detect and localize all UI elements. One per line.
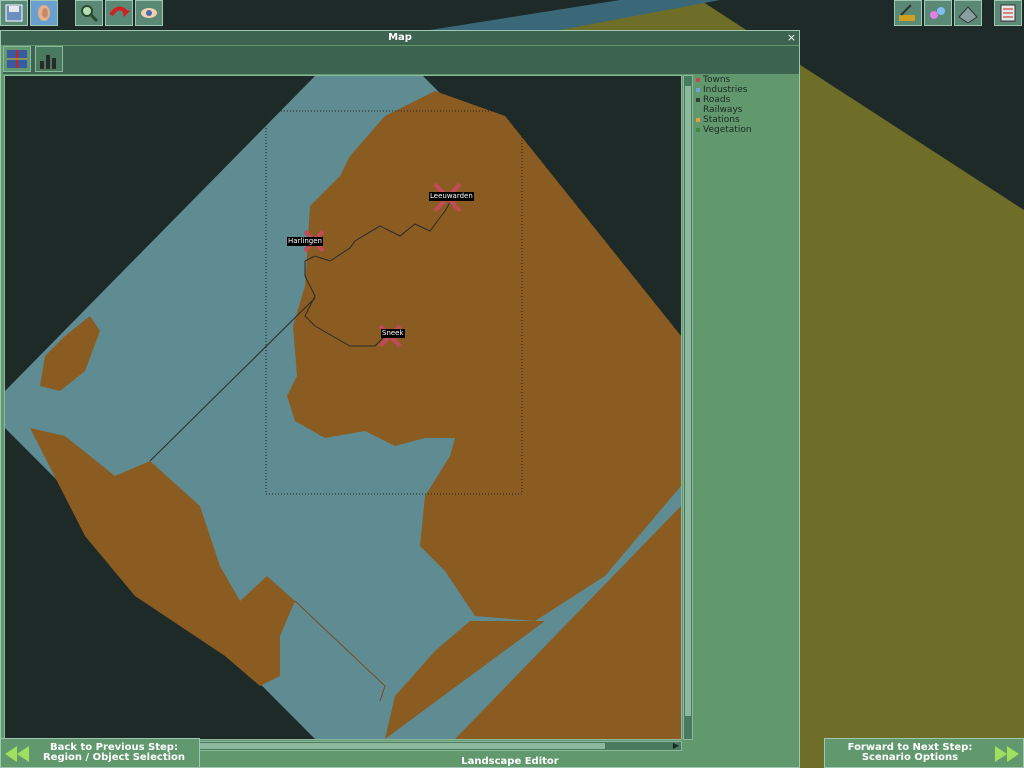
back-step-button[interactable]: Back to Previous Step: Region / Object S… <box>0 738 200 768</box>
rotate-icon <box>109 6 130 17</box>
ear-icon <box>38 5 50 21</box>
vertical-scrollbar[interactable] <box>683 75 693 740</box>
town-label-sneek: Sneek <box>381 329 405 338</box>
zoom-button[interactable] <box>75 0 103 26</box>
double-right-arrow-icon <box>995 746 1019 762</box>
forward-step-button[interactable]: Forward to Next Step: Scenario Options <box>824 738 1024 768</box>
rotate-button[interactable] <box>105 0 133 26</box>
tab-industries[interactable] <box>35 46 63 72</box>
tab-map-overview[interactable] <box>3 46 31 72</box>
map-window: Map × Leeuwarden Harlingen Sneek ▶ Towns… <box>0 30 800 768</box>
double-left-arrow-icon <box>5 746 29 762</box>
tab-bar <box>3 46 799 74</box>
scroll-right-arrow-icon[interactable]: ▶ <box>673 741 679 750</box>
town-label-harlingen: Harlingen <box>287 237 323 246</box>
legend-stations[interactable]: Stations <box>696 115 796 125</box>
town-label-leeuwarden: Leeuwarden <box>429 192 474 201</box>
legend-vegetation[interactable]: Vegetation <box>696 125 796 135</box>
terrain-button[interactable] <box>954 0 982 26</box>
eye-icon <box>141 8 157 18</box>
landscape-button[interactable] <box>924 0 952 26</box>
close-button[interactable]: × <box>786 32 797 43</box>
map-legend: Towns Industries Roads Railways Stations… <box>696 75 796 135</box>
construction-button[interactable] <box>894 0 922 26</box>
list-icon <box>1000 4 1016 22</box>
legend-industries[interactable]: Industries <box>696 85 796 95</box>
scroll-thumb[interactable] <box>685 86 691 716</box>
industry-chart-icon <box>40 55 56 69</box>
disk-icon <box>5 4 23 22</box>
town-list-button[interactable] <box>994 0 1022 26</box>
minimap-terrain <box>5 76 681 739</box>
window-title: Map <box>1 31 799 45</box>
legend-towns[interactable]: Towns <box>696 75 796 85</box>
magnifier-icon <box>81 5 99 23</box>
map-overview-icon <box>7 50 27 68</box>
sound-button[interactable] <box>30 0 58 26</box>
view-button[interactable] <box>135 0 163 26</box>
landscape-icon <box>930 7 945 19</box>
legend-roads[interactable]: Roads <box>696 95 796 105</box>
status-label: Landscape Editor <box>461 756 559 767</box>
save-button[interactable] <box>0 0 28 26</box>
legend-railways[interactable]: Railways <box>696 105 796 115</box>
minimap[interactable]: Leeuwarden Harlingen Sneek <box>4 75 682 740</box>
terrain-icon <box>958 6 978 23</box>
construction-icon <box>899 4 915 21</box>
